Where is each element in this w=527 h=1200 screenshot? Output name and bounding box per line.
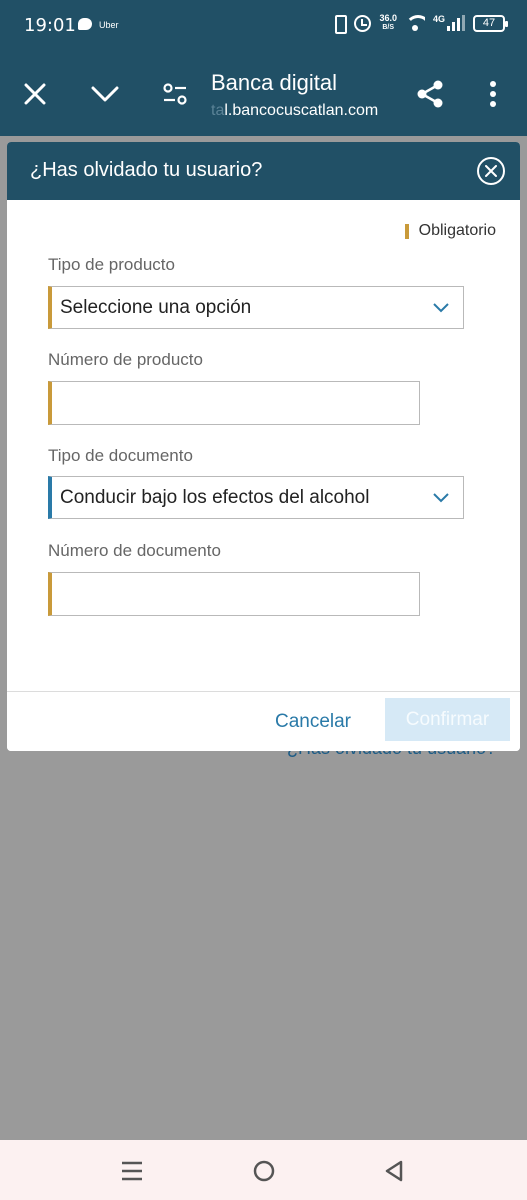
alarm-icon: [354, 14, 372, 32]
url-domain: l.bancocuscatlan.com: [224, 102, 379, 119]
uber-notification-label: Uber: [99, 20, 119, 30]
chevron-down-icon: [433, 303, 449, 313]
document-type-value: Conducir bajo los efectos del alcohol: [60, 487, 370, 508]
dialog-title: ¿Has olvidado tu usuario?: [30, 159, 263, 181]
vibrate-icon: [332, 14, 348, 34]
chevron-down-icon[interactable]: [85, 72, 125, 116]
network-speed: 36.0 B/S: [379, 14, 397, 32]
product-type-select[interactable]: Seleccione una opción: [48, 286, 464, 329]
document-type-label: Tipo de documento: [48, 446, 193, 465]
tune-icon[interactable]: [155, 72, 195, 116]
document-number-label: Número de documento: [48, 541, 221, 560]
required-label: Obligatorio: [418, 222, 496, 239]
product-number-label: Número de producto: [48, 350, 203, 369]
forgot-user-dialog: ¿Has olvidado tu usuario? Obligatorio Ti…: [7, 142, 520, 751]
share-icon[interactable]: [410, 72, 450, 116]
menu-icon[interactable]: [115, 1154, 149, 1188]
back-icon[interactable]: [377, 1154, 411, 1188]
battery-indicator: 47: [473, 14, 508, 32]
signal-icon: [447, 15, 465, 31]
url-faded-prefix: ta: [211, 102, 225, 119]
speed-value: 36.0: [379, 13, 397, 23]
document-type-select[interactable]: Conducir bajo los efectos del alcohol: [48, 476, 464, 519]
dialog-header: ¿Has olvidado tu usuario?: [7, 142, 520, 200]
more-vert-icon[interactable]: [473, 72, 513, 116]
browser-toolbar: Banca digital tal.bancocuscatlan.com: [0, 52, 527, 136]
page-title: Banca digital: [211, 70, 337, 95]
status-bar: 19:01 Uber 36.0 B/S 4G 47: [0, 0, 527, 52]
required-legend: Obligatorio: [404, 222, 496, 240]
document-number-input[interactable]: [48, 572, 420, 616]
page-url[interactable]: tal.bancocuscatlan.com: [211, 102, 378, 120]
wifi-icon: [404, 15, 425, 31]
product-number-input[interactable]: [48, 381, 420, 425]
network-type: 4G: [432, 14, 445, 24]
product-type-label: Tipo de producto: [48, 255, 175, 274]
dialog-footer: Cancelar Confirmar: [7, 691, 520, 751]
required-marker: [404, 223, 409, 239]
status-time: 19:01: [24, 15, 76, 36]
chat-notification-icon: [78, 18, 92, 30]
confirm-button[interactable]: Confirmar: [385, 698, 510, 741]
home-icon[interactable]: [247, 1154, 281, 1188]
system-nav-bar: [0, 1140, 527, 1200]
speed-unit: B/S: [382, 24, 395, 31]
close-icon[interactable]: [15, 72, 55, 116]
product-type-value: Seleccione una opción: [60, 297, 252, 318]
cancel-button[interactable]: Cancelar: [263, 704, 363, 740]
chevron-down-icon: [433, 493, 449, 503]
circle-close-icon[interactable]: [477, 157, 505, 185]
